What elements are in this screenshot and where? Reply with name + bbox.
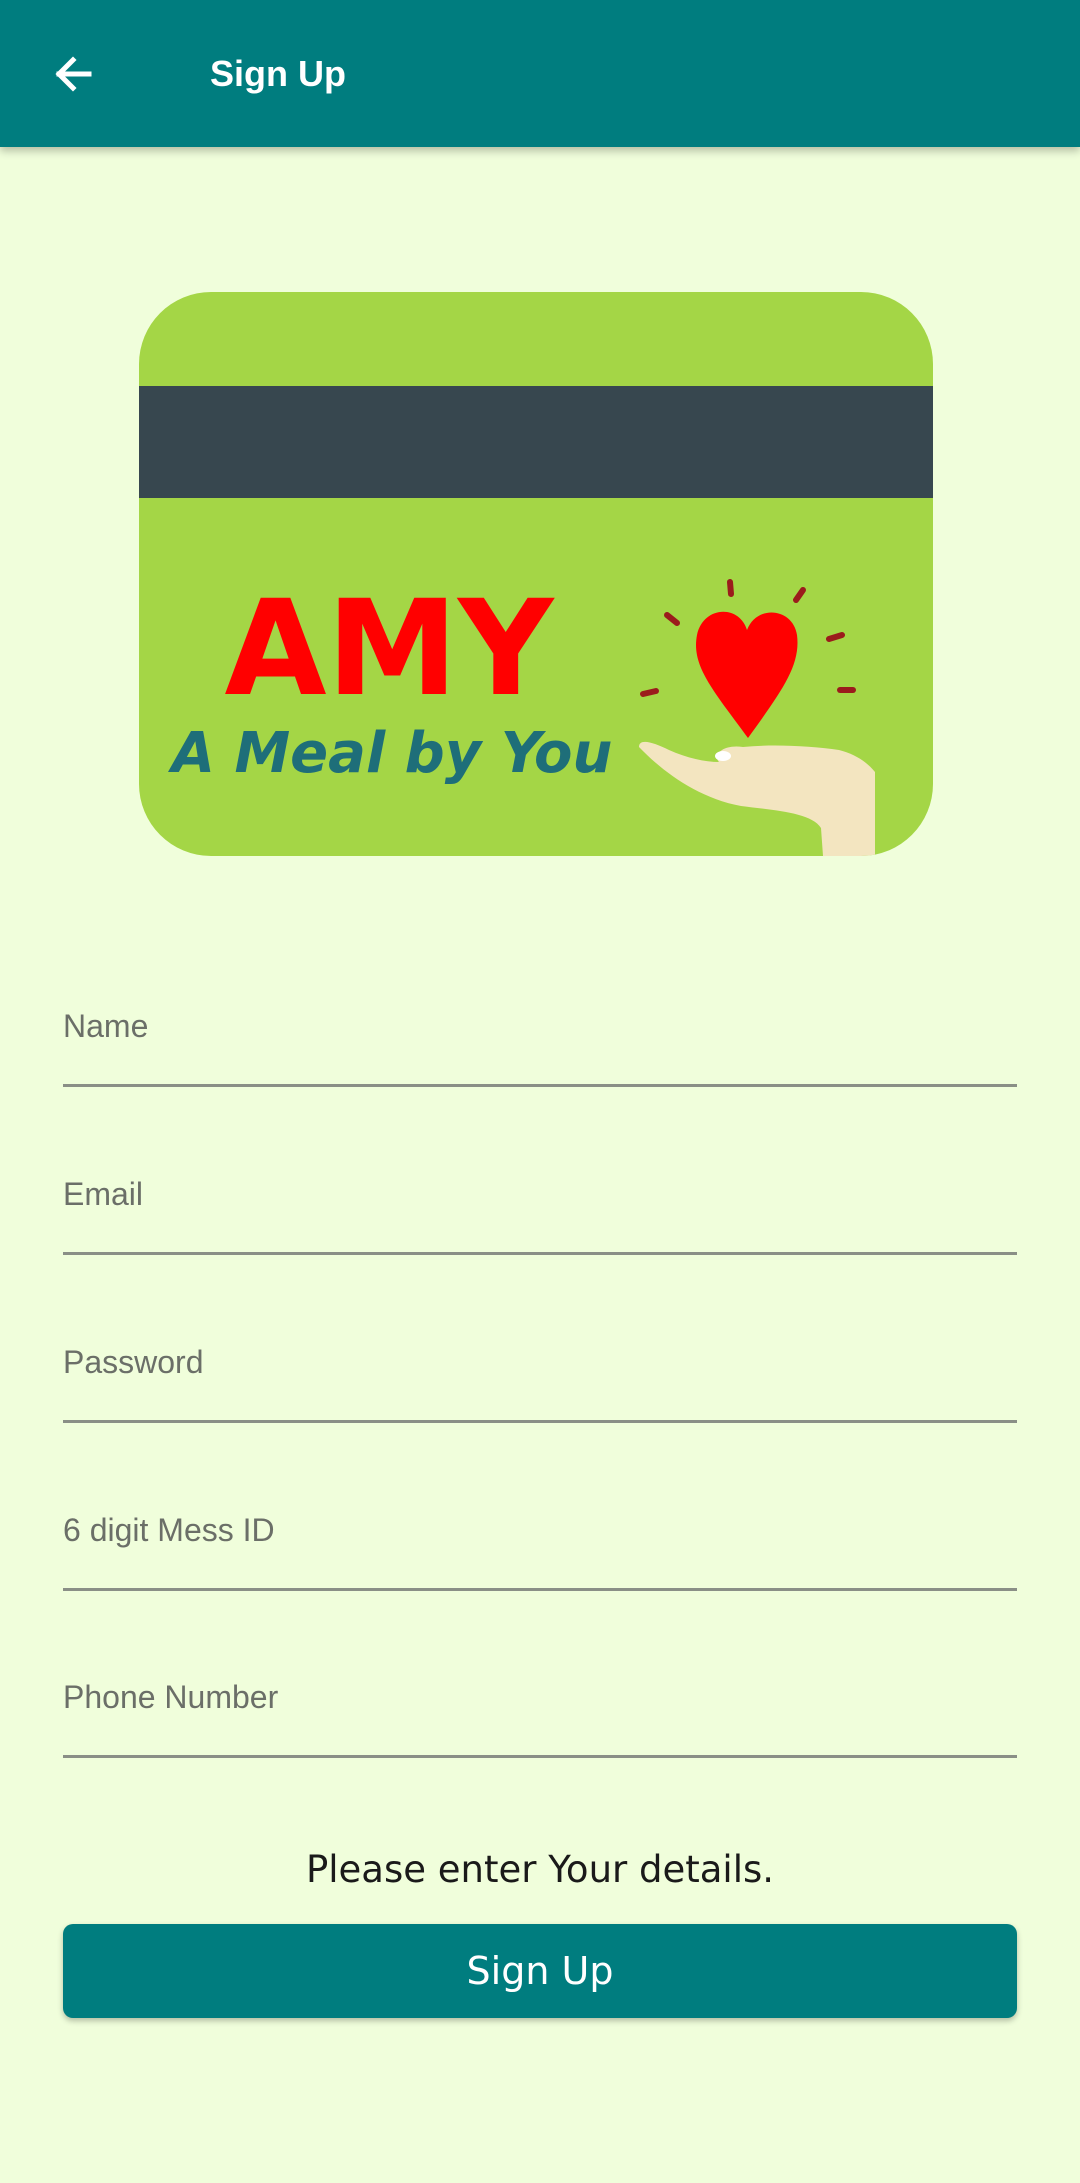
logo-graphic: AMY A Meal by You xyxy=(139,386,933,856)
app-bar: Sign Up xyxy=(0,0,1080,147)
brand-tagline: A Meal by You xyxy=(168,721,613,786)
hand-highlight xyxy=(715,751,731,761)
password-field[interactable] xyxy=(63,1310,1017,1423)
amy-logo: AMY A Meal by You xyxy=(139,292,933,856)
helper-text: Please enter Your details. xyxy=(305,1848,775,1891)
email-input[interactable] xyxy=(63,1142,1017,1252)
phone-field[interactable] xyxy=(63,1645,1017,1758)
heart-icon xyxy=(696,611,798,738)
name-field[interactable] xyxy=(63,974,1017,1087)
arrow-left-icon xyxy=(55,56,92,92)
phone-input[interactable] xyxy=(63,1645,1017,1755)
brand-name: AMY xyxy=(224,572,555,726)
card-stripe xyxy=(139,386,933,498)
sign-up-button[interactable]: Sign Up xyxy=(63,1924,1017,2018)
back-button[interactable] xyxy=(30,34,116,114)
email-field[interactable] xyxy=(63,1142,1017,1255)
hand-icon xyxy=(639,741,875,856)
password-input[interactable] xyxy=(63,1310,1017,1420)
mess-id-input[interactable] xyxy=(63,1478,1017,1588)
mess-id-field[interactable] xyxy=(63,1478,1017,1591)
page-title: Sign Up xyxy=(210,53,346,94)
name-input[interactable] xyxy=(63,974,1017,1084)
